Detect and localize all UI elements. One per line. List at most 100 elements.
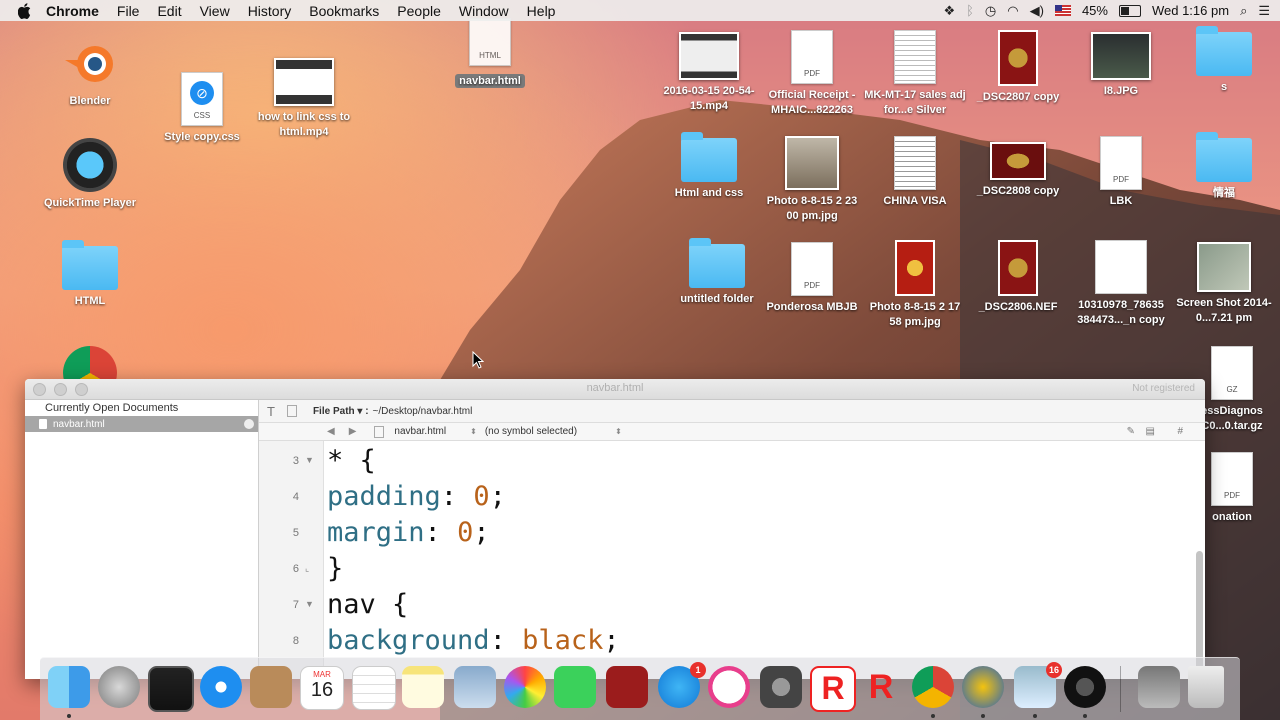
app-store-badge: 1 (690, 662, 706, 678)
battery-percent[interactable]: 45% (1082, 3, 1108, 18)
hash-icon[interactable]: # (1177, 426, 1183, 437)
desktop-icon-quicktime[interactable]: QuickTime Player (38, 138, 142, 211)
desktop-icon-html-folder[interactable]: HTML (38, 240, 142, 309)
file-selector-chevron-icon[interactable]: ⬍ (470, 427, 477, 436)
desktop-icon-photo-1[interactable]: Photo 8-8-15 2 23 00 pm.jpg (760, 136, 864, 224)
desktop-icon-label: 10310978_78635 384473..._n copy (1077, 299, 1165, 326)
contacts-icon[interactable] (250, 666, 292, 708)
volume-icon[interactable]: ◀) (1030, 3, 1044, 19)
menu-history[interactable]: History (248, 3, 292, 19)
reminders-icon[interactable] (352, 666, 396, 710)
wifi-icon[interactable]: ◠ (1007, 3, 1018, 19)
menu-help[interactable]: Help (527, 3, 556, 19)
file-path-menu[interactable]: File Path ▾ : (313, 406, 369, 417)
calendar-icon[interactable]: MAR 16 (300, 666, 344, 710)
notification-center-icon[interactable]: ☰ (1258, 3, 1270, 19)
fold-marker-icon[interactable]: ⌞ (305, 563, 309, 574)
downloads-stack-icon[interactable] (1138, 666, 1180, 708)
clock[interactable]: Wed 1:16 pm (1152, 3, 1229, 18)
fold-marker-icon[interactable]: ▼ (305, 599, 314, 609)
desktop-icon-video-2016[interactable]: 2016-03-15 20-54-15.mp4 (657, 32, 761, 114)
forward-arrow-icon[interactable]: ▶ (349, 426, 357, 437)
roblox-icon[interactable]: R (810, 666, 856, 712)
desktop-icon-html-and-css[interactable]: Html and css (657, 132, 761, 201)
desktop-icon-official-receipt[interactable]: PDF Official Receipt - MHAIC...822263 (760, 30, 864, 118)
text-tool-icon[interactable]: T (267, 404, 275, 419)
filezilla-icon[interactable] (962, 666, 1004, 718)
symbol-selector-chevron-icon[interactable]: ⬍ (615, 427, 622, 436)
code-line[interactable]: margin: 0; (327, 517, 490, 548)
pen-icon[interactable]: ✎ (1127, 426, 1135, 437)
desktop-icon-lbk[interactable]: PDF LBK (1069, 136, 1173, 209)
bluetooth-icon[interactable]: ᛒ (966, 3, 974, 18)
safari-icon[interactable] (200, 666, 242, 708)
menu-bookmarks[interactable]: Bookmarks (309, 3, 379, 19)
window-titlebar[interactable]: navbar.html Not registered (25, 379, 1205, 400)
roblox-studio-icon[interactable]: R (860, 666, 902, 708)
stack-icon[interactable]: ▤ (1146, 426, 1155, 437)
desktop-icon-label: Style copy.css (164, 131, 240, 143)
launchpad-icon[interactable] (98, 666, 140, 708)
code-line[interactable]: * { (327, 445, 376, 476)
desktop-icon-dsc2808[interactable]: _DSC2808 copy (966, 142, 1070, 199)
photo-booth-icon[interactable] (606, 666, 648, 708)
symbol-selector[interactable]: (no symbol selected) (485, 426, 577, 437)
apple-menu-icon[interactable] (16, 2, 34, 20)
desktop-icon-ponderosa[interactable]: PDF Ponderosa MBJB (760, 242, 864, 315)
desktop-icon-dsc2807[interactable]: _DSC2807 copy (966, 30, 1070, 105)
desktop-icon-i8[interactable]: I8.JPG (1069, 32, 1173, 99)
photos-icon[interactable] (504, 666, 546, 708)
trash-icon[interactable] (1188, 666, 1224, 708)
battery-icon[interactable] (1118, 4, 1141, 17)
facetime-icon[interactable] (554, 666, 596, 708)
itunes-icon[interactable] (708, 666, 750, 708)
desktop-icon-screen-shot[interactable]: Screen Shot 2014-0...7.21 pm (1172, 242, 1276, 326)
dropbox-icon[interactable]: ❖ (943, 3, 955, 19)
desktop-icon-photo-2[interactable]: Photo 8-8-15 2 17 58 pm.jpg (863, 240, 967, 330)
flag-us-icon[interactable] (1054, 5, 1071, 16)
desktop-icon-folder-cn[interactable]: 情福 (1172, 132, 1276, 201)
desktop-icon-china-visa[interactable]: CHINA VISA (863, 136, 967, 209)
desktop-icon-10310978[interactable]: 10310978_78635 384473..._n copy (1069, 240, 1173, 328)
spotlight-search-icon[interactable]: ⌕ (1240, 3, 1247, 19)
menu-view[interactable]: View (200, 3, 230, 19)
desktop-icon-dsc2806[interactable]: _DSC2806.NEF (966, 240, 1070, 315)
mission-control-icon[interactable] (148, 666, 194, 712)
desktop-icon-how-to-link[interactable]: how to link css to html.mp4 (252, 58, 356, 140)
notes-icon[interactable] (402, 666, 444, 708)
back-arrow-icon[interactable]: ◀ (327, 426, 335, 437)
menu-window[interactable]: Window (459, 3, 509, 19)
desktop-icon-mk-mt[interactable]: MK-MT-17 sales adj for...e Silver (863, 30, 967, 118)
finder-icon[interactable] (48, 666, 90, 718)
system-preferences-icon[interactable] (760, 666, 802, 708)
code-line[interactable]: background: black; (327, 625, 620, 656)
preview-alt-icon[interactable]: 16 (1014, 662, 1062, 718)
close-document-icon[interactable] (244, 419, 254, 429)
menu-file[interactable]: File (117, 3, 140, 19)
document-thumbnail (894, 30, 936, 84)
desktop-icon-style-copy-css[interactable]: ⊘ CSS Style copy.css (150, 72, 254, 145)
code-line[interactable]: nav { (327, 589, 408, 620)
obs-icon[interactable] (1064, 666, 1106, 718)
code-line[interactable]: padding: 0; (327, 481, 506, 512)
menu-edit[interactable]: Edit (157, 3, 181, 19)
running-indicator (1083, 714, 1087, 718)
file-selector[interactable]: navbar.html (394, 426, 446, 437)
desktop-icon-blender[interactable]: Blender (38, 38, 142, 109)
menu-people[interactable]: People (397, 3, 441, 19)
desktop-icon-navbar-html[interactable]: HTML navbar.html (438, 18, 542, 89)
code-line[interactable]: } (327, 553, 343, 584)
open-document-item[interactable]: navbar.html (25, 416, 258, 432)
calendar-month: MAR (313, 670, 331, 679)
time-machine-icon[interactable]: ◷ (985, 3, 996, 19)
fold-marker-icon[interactable]: ▼ (305, 455, 314, 465)
desktop-icon-untitled-folder[interactable]: untitled folder (665, 238, 769, 307)
menu-app-chrome[interactable]: Chrome (46, 3, 99, 19)
code-area[interactable]: 3 ▼ * {4 padding: 0; 5 margin: 0; 6 ⌞} 7 ▼ nav {8 b… (259, 441, 1205, 679)
preview-icon[interactable] (454, 666, 496, 708)
desktop-icon-s-folder[interactable]: s (1172, 26, 1276, 95)
code-token: : (440, 481, 474, 512)
document-icon (286, 405, 297, 417)
app-store-icon[interactable]: 1 (658, 662, 706, 708)
chrome-icon[interactable] (912, 666, 954, 718)
